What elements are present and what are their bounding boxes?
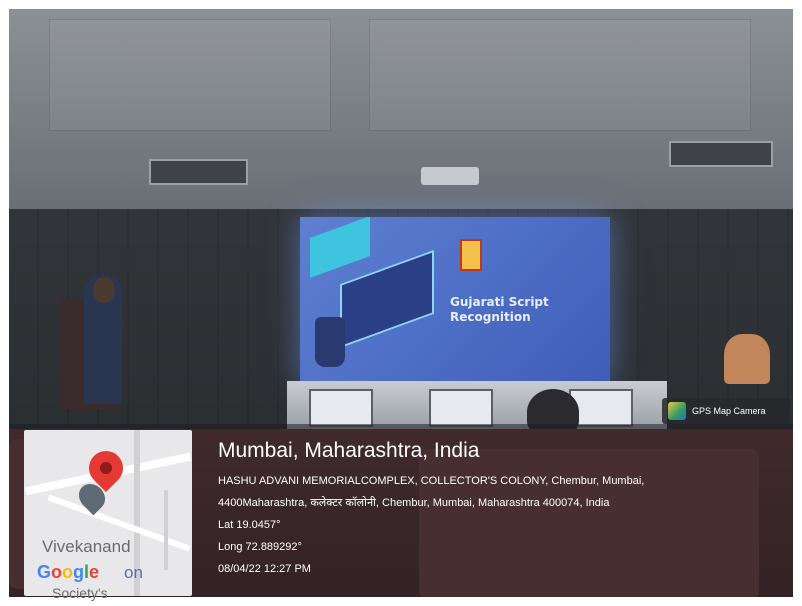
latitude: Lat 19.0457° — [218, 519, 281, 531]
ceiling-vent — [149, 159, 248, 185]
map-road — [164, 490, 168, 570]
ceiling — [9, 9, 793, 209]
statue — [724, 334, 770, 384]
google-logo-letter: o — [62, 562, 74, 582]
slide-title: Gujarati Script Recognition — [450, 295, 600, 325]
gps-map-camera-label: GPS Map Camera — [692, 406, 766, 416]
ceiling-panel — [49, 19, 331, 131]
location-info: Mumbai, Maharashtra, India HASHU ADVANI … — [218, 438, 778, 580]
slide-title-line1: Gujarati Script — [450, 295, 549, 309]
google-logo: Google — [37, 562, 99, 583]
projector — [421, 167, 479, 185]
slide-illustration-laptop — [340, 249, 434, 349]
ceiling-panel — [369, 19, 751, 131]
gps-map-camera-tag: GPS Map Camera — [662, 398, 790, 424]
timestamp: 08/04/22 12:27 PM — [218, 563, 311, 575]
location-title: Mumbai, Maharashtra, India — [218, 439, 480, 462]
map-place-label: Vivekanand — [42, 537, 131, 556]
desk-monitor — [429, 389, 493, 427]
speaker-head — [93, 277, 115, 303]
google-logo-letter: o — [51, 562, 63, 582]
longitude: Long 72.889292° — [218, 541, 302, 553]
google-logo-letter: G — [37, 562, 52, 582]
address-line-1: HASHU ADVANI MEMORIALCOMPLEX, COLLECTOR'… — [218, 475, 645, 487]
slide-logo — [460, 239, 482, 271]
ceiling-vent — [669, 141, 773, 167]
google-logo-letter: g — [73, 562, 85, 582]
slide-illustration-plant — [315, 317, 345, 367]
desk-monitor — [309, 389, 373, 427]
slide-illustration-block — [310, 217, 370, 278]
gps-map-camera-icon — [668, 402, 686, 420]
location-pin-center — [100, 462, 112, 474]
map-brand-suffix: on — [124, 563, 143, 582]
slide-title-line2: Recognition — [450, 310, 531, 324]
google-logo-letter: e — [89, 562, 100, 582]
address-line-2: 4400Maharashtra, कलेक्टर कॉलोनी, Chembur… — [218, 497, 610, 509]
map-cut-label: Society's — [52, 585, 108, 601]
projection-screen: Gujarati Script Recognition — [300, 217, 610, 385]
